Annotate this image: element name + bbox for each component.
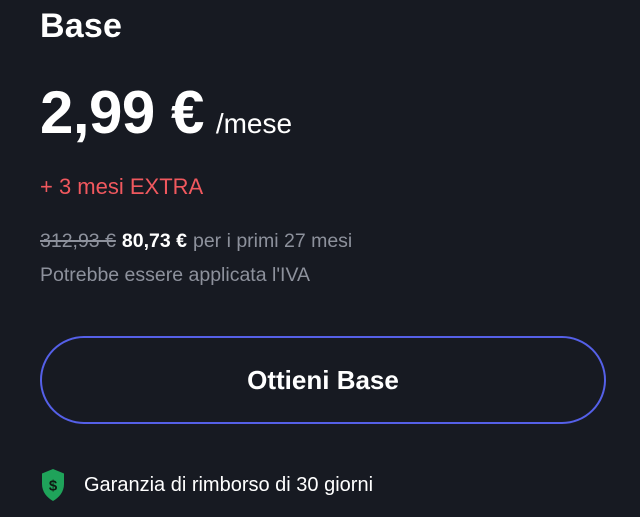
billing-detail: 312,93 €80,73 € per i primi 27 mesi [40,226,352,256]
extra-months-promo: + 3 mesi EXTRA [40,174,204,199]
old-price: 312,93 € [40,230,116,252]
billing-period-text: per i primi 27 mesi [192,230,353,252]
money-back-shield-icon: $ [42,469,64,501]
plan-name: Base [40,7,123,45]
money-back-guarantee: $ Garanzia di rimborso di 30 giorni [40,468,373,502]
price-amount: 2,99 € [40,79,204,146]
get-plan-button[interactable]: Ottieni Base [40,336,606,424]
price-row: 2,99 € /mese [40,80,292,146]
pricing-card: Base 2,99 € /mese + 3 mesi EXTRA 312,93 … [0,0,640,517]
guarantee-text: Garanzia di rimborso di 30 giorni [84,474,374,496]
new-price: 80,73 € [121,230,187,252]
price-period: /mese [215,108,293,139]
svg-text:$: $ [49,478,58,495]
vat-note: Potrebbe essere applicata l'IVA [40,264,311,286]
